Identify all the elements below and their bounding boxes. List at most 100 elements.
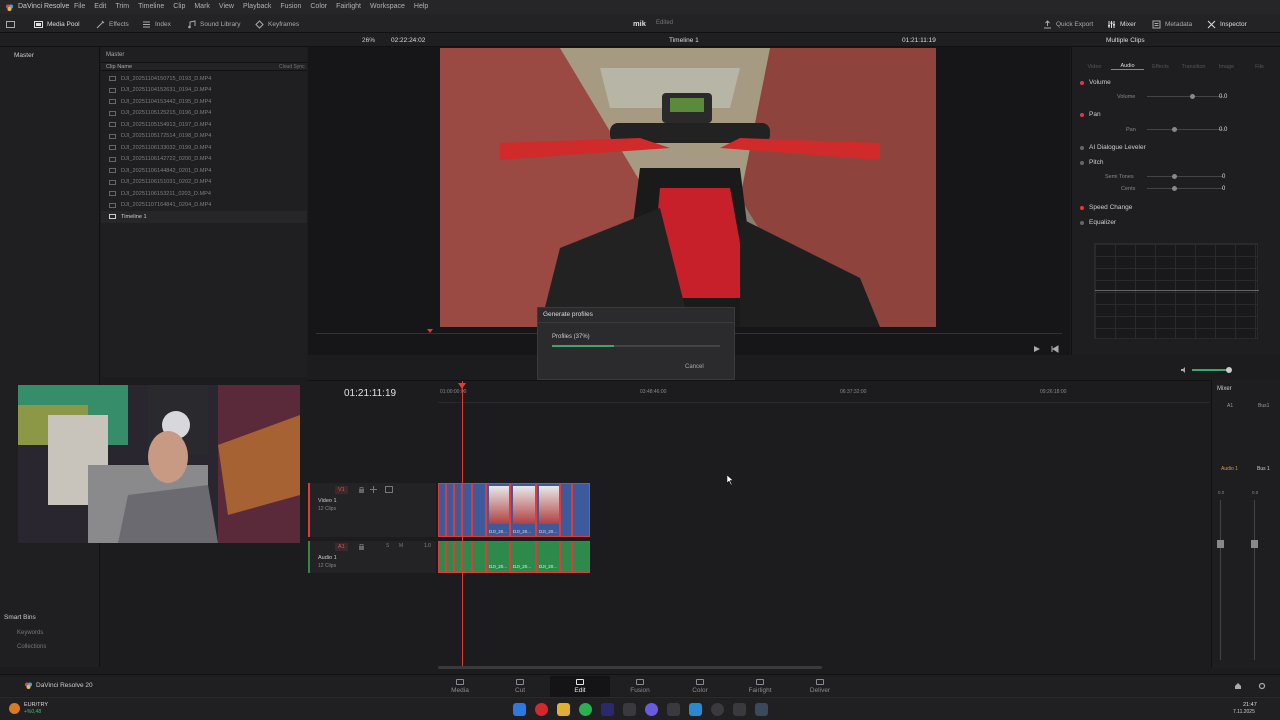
pan-slider[interactable] [1147, 129, 1223, 130]
inspector-tab-file[interactable]: File [1243, 54, 1276, 70]
audition-icon[interactable] [601, 703, 614, 716]
audio-clip[interactable]: DJI_20... [510, 541, 536, 573]
clip-list-item[interactable]: DJI_20251105154913_0197_D.MP4 [101, 119, 307, 131]
audio-clip[interactable] [472, 541, 486, 573]
clip-list-item[interactable]: DJI_20251104152631_0194_D.MP4 [101, 85, 307, 97]
timeline-list-item[interactable]: Timeline 1 [101, 211, 307, 223]
bin-master[interactable]: Master [14, 52, 34, 59]
menu-timeline[interactable]: Timeline [138, 3, 164, 10]
audio-clip[interactable]: DJI_20... [536, 541, 560, 573]
keyframes-button[interactable]: Keyframes [255, 18, 299, 30]
telegram-icon[interactable] [689, 703, 702, 716]
app-icon[interactable] [733, 703, 746, 716]
page-tab-fairlight[interactable]: Fairlight [730, 676, 790, 697]
pan-slider-handle[interactable] [1172, 127, 1177, 132]
pitch-section[interactable]: Pitch [1080, 159, 1103, 166]
obs-icon[interactable] [623, 703, 636, 716]
smart-bin-collections[interactable]: Collections [17, 644, 46, 650]
lock-icon[interactable] [358, 543, 365, 550]
cents-slider[interactable] [1147, 188, 1223, 189]
smart-bin-keywords[interactable]: Keywords [17, 630, 43, 636]
volume-slider[interactable] [1147, 96, 1223, 97]
home-icon[interactable] [1234, 682, 1242, 690]
master-volume-slider[interactable] [1192, 369, 1230, 371]
page-tab-deliver[interactable]: Deliver [790, 676, 850, 697]
effects-button[interactable]: Effects [96, 18, 129, 30]
cents-value[interactable]: 0 [1222, 186, 1225, 192]
master-volume-handle[interactable] [1226, 367, 1232, 373]
volume-value[interactable]: 0.0 [1219, 94, 1227, 100]
enable-dot-icon[interactable] [1080, 205, 1084, 210]
lock-icon[interactable] [358, 486, 365, 493]
menu-mark[interactable]: Mark [194, 3, 210, 10]
video-clip[interactable] [560, 483, 572, 537]
clip-list-item[interactable]: DJI_20251106151031_0202_D.MP4 [101, 177, 307, 189]
inspector-tab-image[interactable]: Image [1210, 54, 1243, 70]
menu-fusion[interactable]: Fusion [280, 3, 301, 10]
page-tab-edit[interactable]: Edit [550, 676, 610, 697]
menu-clip[interactable]: Clip [173, 3, 185, 10]
video-clip[interactable] [454, 483, 462, 537]
speed-change-section[interactable]: Speed Change [1080, 204, 1132, 211]
menu-color[interactable]: Color [310, 3, 327, 10]
v1-tag[interactable]: V1 [335, 486, 348, 494]
clip-list-item[interactable]: DJI_20251106153211_0203_D.MP4 [101, 188, 307, 200]
enable-dot-icon[interactable] [1080, 145, 1084, 150]
video-clip[interactable]: DJI_20... [536, 483, 560, 537]
menu-fairlight[interactable]: Fairlight [336, 3, 361, 10]
video-clip[interactable] [446, 483, 454, 537]
audio-clip[interactable] [572, 541, 590, 573]
fader-a[interactable] [1217, 540, 1224, 548]
video-clip[interactable] [572, 483, 590, 537]
clip-list-item[interactable]: DJI_20251106133032_0199_D.MP4 [101, 142, 307, 154]
inspector-tab-audio[interactable]: Audio [1111, 53, 1144, 70]
column-cloud-sync[interactable]: Cloud Sync [279, 64, 305, 70]
clip-list-item[interactable]: DJI_20251106142722_0200_D.MP4 [101, 154, 307, 166]
steam-icon[interactable] [711, 703, 724, 716]
inspector-tab-transition[interactable]: Transition [1177, 54, 1210, 70]
enable-dot-icon[interactable] [1080, 80, 1084, 85]
quick-export-button[interactable]: Quick Export [1043, 18, 1093, 30]
dialogue-leveler-section[interactable]: AI Dialogue Leveler [1080, 144, 1146, 151]
video-clip[interactable]: DJI_20... [486, 483, 510, 537]
mixer-button[interactable]: Mixer [1107, 18, 1136, 30]
pan-section[interactable]: Pan [1080, 111, 1101, 118]
mute-button[interactable]: M [399, 543, 403, 549]
enable-dot-icon[interactable] [1080, 220, 1084, 225]
timeline-selector[interactable]: Timeline 1 [669, 37, 699, 44]
column-clip-name[interactable]: Clip Name [106, 64, 132, 70]
clip-list-item[interactable]: DJI_20251105125215_0196_D.MP4 [101, 108, 307, 120]
gear-icon[interactable] [1258, 682, 1266, 690]
inspector-tab-effects[interactable]: Effects [1144, 54, 1177, 70]
clip-list-item[interactable]: DJI_20251104150715_0193_D.MP4 [101, 73, 307, 85]
page-tab-cut[interactable]: Cut [490, 676, 550, 697]
audio-clip[interactable] [438, 541, 446, 573]
clip-list-item[interactable]: DJI_20251106144842_0201_D.MP4 [101, 165, 307, 177]
cents-slider-handle[interactable] [1172, 186, 1177, 191]
page-tab-color[interactable]: Color [670, 676, 730, 697]
fader-b[interactable] [1251, 540, 1258, 548]
discord-icon[interactable] [645, 703, 658, 716]
play-icon[interactable] [1033, 345, 1041, 353]
media-pool-button[interactable]: Media Pool [34, 18, 80, 30]
whatsapp-icon[interactable] [579, 703, 592, 716]
windows-start-icon[interactable] [513, 703, 526, 716]
clip-list-item[interactable]: DJI_20251107164841_0204_D.MP4 [101, 200, 307, 212]
viewer-zoom[interactable]: 26% [362, 37, 375, 44]
video-clip[interactable] [472, 483, 486, 537]
semitones-slider-handle[interactable] [1172, 174, 1177, 179]
menu-playback[interactable]: Playback [243, 3, 271, 10]
enable-dot-icon[interactable] [1080, 160, 1084, 165]
audio-clip[interactable]: DJI_20... [486, 541, 510, 573]
clip-list-item[interactable]: DJI_20251104153442_0195_D.MP4 [101, 96, 307, 108]
video-clip[interactable] [438, 483, 446, 537]
video-clip[interactable] [462, 483, 472, 537]
menu-view[interactable]: View [219, 3, 234, 10]
audio-clip[interactable] [454, 541, 462, 573]
metadata-button[interactable]: Metadata [1152, 18, 1192, 30]
audio-app-icon[interactable] [667, 703, 680, 716]
semitones-slider[interactable] [1147, 176, 1223, 177]
davinci-resolve-taskbar-icon[interactable] [755, 703, 768, 716]
timeline-ruler[interactable]: 01:00:00:00 03:48:46:00 06:37:32:00 09:26:1… [438, 381, 1210, 403]
index-button[interactable]: Index [142, 18, 171, 30]
